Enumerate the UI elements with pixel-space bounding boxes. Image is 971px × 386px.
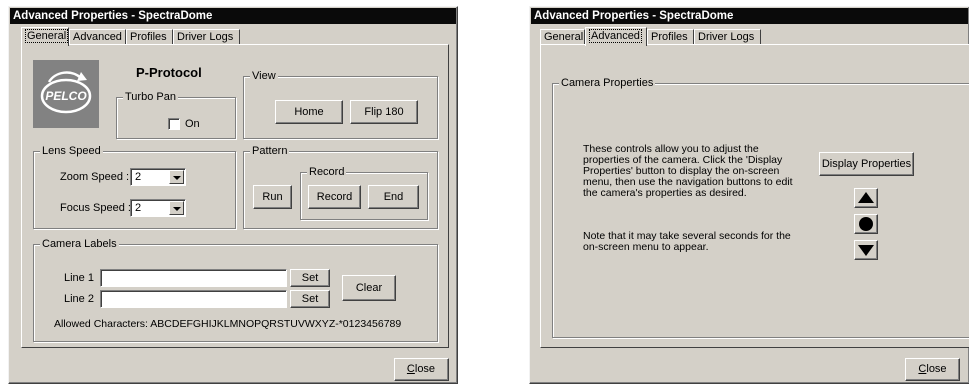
- pelco-logo: PELCO: [33, 60, 99, 128]
- set-line-2-button[interactable]: Set: [290, 290, 330, 308]
- allowed-characters-text: Allowed Characters: ABCDEFGHIJKLMNOPQRST…: [54, 318, 402, 330]
- triangle-up-icon: [858, 192, 874, 203]
- home-button[interactable]: Home: [275, 100, 343, 124]
- advanced-properties-window-general: Advanced Properties - SpectraDome Genera…: [8, 6, 458, 384]
- display-properties-button[interactable]: Display Properties: [819, 152, 914, 176]
- advanced-tab-panel: Camera Properties These controls allow y…: [540, 44, 969, 348]
- end-button[interactable]: End: [368, 185, 419, 209]
- tab-profiles[interactable]: Profiles: [126, 29, 173, 44]
- view-group: View Home Flip 180: [243, 69, 438, 139]
- run-button[interactable]: Run: [253, 185, 292, 209]
- view-legend: View: [250, 69, 278, 83]
- tab-bar: General Advanced Profiles Driver Logs: [21, 27, 441, 46]
- tab-advanced[interactable]: Advanced: [585, 27, 647, 46]
- camera-properties-group: Camera Properties These controls allow y…: [552, 76, 969, 338]
- pattern-legend: Pattern: [250, 144, 290, 158]
- window-title: Advanced Properties - SpectraDome: [531, 8, 968, 24]
- svg-text:PELCO: PELCO: [45, 89, 87, 103]
- close-button-label: Close: [406, 363, 436, 375]
- tab-general[interactable]: General: [540, 29, 585, 44]
- record-group: Record Record End: [300, 165, 428, 220]
- window-title: Advanced Properties - SpectraDome: [10, 8, 456, 24]
- tab-profiles[interactable]: Profiles: [647, 29, 694, 44]
- line-2-label: Line 2: [64, 293, 94, 305]
- focus-speed-dropdown[interactable]: 2: [130, 199, 186, 217]
- tab-advanced[interactable]: Advanced: [69, 29, 126, 44]
- advanced-properties-window-advanced: Advanced Properties - SpectraDome Genera…: [529, 6, 969, 384]
- tab-general[interactable]: General: [21, 27, 69, 46]
- nav-down-button[interactable]: [854, 240, 878, 260]
- flip-180-button[interactable]: Flip 180: [350, 100, 418, 124]
- camera-labels-group: Camera Labels Line 1 Set Line 2 Set Clea…: [33, 237, 438, 342]
- line-2-input[interactable]: [100, 290, 287, 308]
- record-button[interactable]: Record: [308, 185, 361, 209]
- nav-select-button[interactable]: [854, 214, 878, 234]
- tab-driver-logs[interactable]: Driver Logs: [173, 29, 240, 44]
- triangle-down-icon: [858, 245, 874, 256]
- lens-speed-group: Lens Speed Zoom Speed : 2 Focus Speed : …: [33, 144, 236, 229]
- turbo-pan-on-label: On: [185, 118, 200, 130]
- turbo-pan-group: Turbo Pan On: [116, 90, 236, 139]
- line-1-input[interactable]: [100, 269, 287, 287]
- camera-properties-legend: Camera Properties: [559, 76, 656, 90]
- turbo-pan-legend: Turbo Pan: [123, 90, 178, 104]
- turbo-pan-checkbox[interactable]: [168, 118, 180, 130]
- zoom-speed-label: Zoom Speed :: [60, 171, 130, 183]
- camera-properties-description: These controls allow you to adjust the p…: [583, 143, 793, 199]
- general-tab-panel: PELCO P-Protocol Turbo Pan On View Home …: [21, 44, 449, 348]
- close-button-label: Close: [918, 363, 947, 375]
- close-button[interactable]: Close: [394, 358, 449, 381]
- clear-button[interactable]: Clear: [342, 275, 396, 301]
- set-line-1-button[interactable]: Set: [290, 269, 330, 287]
- tab-driver-logs[interactable]: Driver Logs: [694, 29, 761, 44]
- chevron-down-icon[interactable]: [169, 201, 184, 215]
- circle-icon: [859, 217, 873, 231]
- tab-bar: General Advanced Profiles Driver Logs: [540, 27, 960, 46]
- zoom-speed-dropdown[interactable]: 2: [130, 168, 186, 186]
- close-button[interactable]: Close: [905, 358, 960, 381]
- focus-speed-label: Focus Speed :: [60, 202, 131, 214]
- nav-up-button[interactable]: [854, 188, 878, 208]
- protocol-label: P-Protocol: [136, 65, 202, 80]
- lens-speed-legend: Lens Speed: [40, 144, 103, 158]
- pattern-group: Pattern Run Record Record End: [243, 144, 438, 229]
- record-legend: Record: [307, 165, 347, 179]
- chevron-down-icon[interactable]: [169, 170, 184, 184]
- camera-properties-note: Note that it may take several seconds fo…: [583, 230, 791, 253]
- camera-labels-legend: Camera Labels: [40, 237, 119, 251]
- line-1-label: Line 1: [64, 272, 94, 284]
